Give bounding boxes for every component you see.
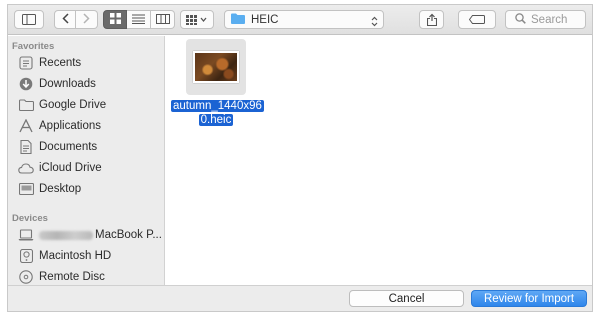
icon-view-icon xyxy=(109,11,121,29)
dialog-footer: Cancel Review for Import xyxy=(8,285,592,311)
sidebar-item-label: Documents xyxy=(39,141,98,153)
view-mode-segment xyxy=(103,10,175,29)
list-view-button[interactable] xyxy=(127,10,151,29)
sidebar-item-label: Downloads xyxy=(39,78,96,90)
search-field[interactable]: Search xyxy=(505,10,586,29)
harddisk-icon xyxy=(18,248,34,264)
file-name-line1: autumn_1440x96 xyxy=(171,100,264,112)
sidebar-item-desktop[interactable]: Desktop xyxy=(18,179,163,199)
file-name-line2: 0.heic xyxy=(198,114,234,126)
sidebar-item-label: MacBook P... xyxy=(95,229,162,241)
recents-icon xyxy=(18,55,34,71)
sidebar-heading-favorites: Favorites xyxy=(12,41,55,52)
downloads-icon xyxy=(18,76,34,92)
sidebar-item-remote-disc[interactable]: Remote Disc xyxy=(18,267,163,285)
list-view-icon xyxy=(132,11,145,29)
cancel-button[interactable]: Cancel xyxy=(349,290,464,307)
icon-view-button[interactable] xyxy=(103,10,127,29)
column-view-button[interactable] xyxy=(151,10,175,29)
sidebar-item-label: Macintosh HD xyxy=(39,250,112,262)
sidebar-item-label: Remote Disc xyxy=(39,271,105,283)
tag-icon xyxy=(469,15,485,24)
nav-segment xyxy=(54,10,98,29)
applications-icon xyxy=(18,118,34,134)
sidebar-heading-devices: Devices xyxy=(12,213,48,224)
sidebar-item-label: Desktop xyxy=(39,183,82,195)
share-icon xyxy=(426,13,437,26)
sidebar: Favorites Recents Downloads Google Drive… xyxy=(8,36,165,285)
sidebar-item-macintosh-hd[interactable]: Macintosh HD xyxy=(18,246,163,266)
search-placeholder: Search xyxy=(531,13,568,26)
chevron-left-icon xyxy=(61,11,69,29)
folder-icon xyxy=(18,97,34,113)
sidebar-item-label: Recents xyxy=(39,57,82,69)
sidebar-item-downloads[interactable]: Downloads xyxy=(18,74,163,94)
toolbar: HEIC Search xyxy=(8,5,592,35)
folder-icon xyxy=(231,11,245,29)
sidebar-item-label: iCloud Drive xyxy=(39,162,102,174)
laptop-icon xyxy=(18,227,34,243)
search-icon xyxy=(515,11,526,29)
review-for-import-button[interactable]: Review for Import xyxy=(471,290,587,307)
file-thumbnail-selection[interactable] xyxy=(186,39,246,95)
cloud-icon xyxy=(18,160,34,176)
documents-icon xyxy=(18,139,34,155)
sidebar-item-google-drive[interactable]: Google Drive xyxy=(18,95,163,115)
disc-icon xyxy=(18,269,34,285)
forward-button[interactable] xyxy=(76,10,98,29)
sidebar-item-label: Applications xyxy=(39,120,102,132)
path-popup[interactable]: HEIC xyxy=(224,10,384,29)
back-button[interactable] xyxy=(54,10,76,29)
chevron-right-icon xyxy=(83,11,90,29)
sidebar-item-icloud-drive[interactable]: iCloud Drive xyxy=(18,158,163,178)
sidebar-toggle-button[interactable] xyxy=(14,10,44,29)
arrange-button[interactable] xyxy=(180,10,214,29)
file-browser: autumn_1440x96 0.heic xyxy=(166,36,592,285)
redacted-device-name xyxy=(39,230,93,240)
sidebar-item-macbook[interactable]: MacBook P... xyxy=(18,225,163,245)
sidebar-item-recents[interactable]: Recents xyxy=(18,53,163,73)
sidebar-item-label: Google Drive xyxy=(39,99,107,111)
image-thumbnail xyxy=(193,51,239,83)
path-folder-label: HEIC xyxy=(251,13,279,26)
sidebar-item-documents[interactable]: Documents xyxy=(18,137,163,157)
sidebar-icon xyxy=(22,14,36,25)
tag-button[interactable] xyxy=(458,10,496,29)
sidebar-item-applications[interactable]: Applications xyxy=(18,116,163,136)
up-down-chevron-icon xyxy=(371,14,378,32)
desktop-icon xyxy=(18,181,34,197)
column-view-icon xyxy=(155,11,170,29)
grid-arrange-icon xyxy=(186,14,208,25)
file-dialog: HEIC Search Favorites Recents Downloads … xyxy=(7,4,593,312)
file-name[interactable]: autumn_1440x96 0.heic xyxy=(171,99,264,127)
share-button[interactable] xyxy=(419,10,444,29)
